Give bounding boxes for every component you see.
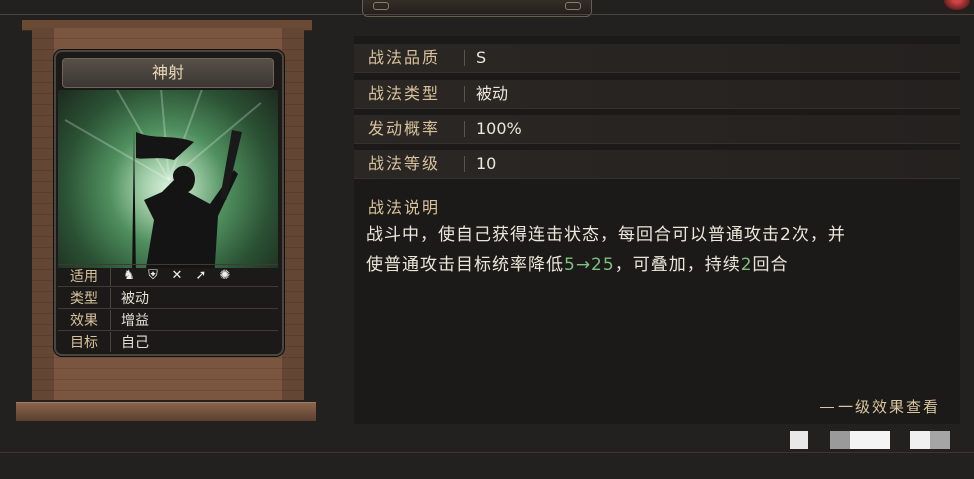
divider <box>0 452 974 453</box>
card-row-value: 自己 <box>121 334 149 351</box>
wheel-icon: ✺ <box>219 267 231 283</box>
attr-quality: 战法品质 S <box>354 44 960 73</box>
attr-key: 战法等级 <box>368 154 441 173</box>
highlight-value: 2 <box>740 255 753 275</box>
skill-card: 神射 适用 ♞ ⛨ ✕ ➚ ✺ 类型 被动 效果 增益 目标 自己 <box>54 50 284 356</box>
description-fragment: 回合 <box>752 255 789 275</box>
scroll-rod-bottom <box>16 402 316 421</box>
attr-key: 战法类型 <box>368 84 441 103</box>
description-fragment: 使普通攻击目标统率降低 <box>366 255 564 275</box>
card-row-type: 类型 被动 <box>58 286 278 308</box>
card-row-target: 目标 自己 <box>58 330 278 352</box>
divider <box>464 86 465 102</box>
card-attribute-table: 适用 ♞ ⛨ ✕ ➚ ✺ 类型 被动 效果 增益 目标 自己 <box>58 264 278 352</box>
divider <box>464 121 465 137</box>
attr-value: 10 <box>476 154 497 173</box>
attr-level: 战法等级 10 <box>354 150 960 179</box>
mosaic-block <box>850 431 890 449</box>
attr-type: 战法类型 被动 <box>354 80 960 109</box>
skill-card-name: 神射 <box>62 58 274 88</box>
card-row-effect: 效果 增益 <box>58 308 278 330</box>
divider <box>464 50 465 66</box>
divider <box>0 14 974 15</box>
attr-probability: 发动概率 100% <box>354 115 960 144</box>
card-row-label: 适用 <box>58 265 111 286</box>
description-line: 战斗中，使自己获得连击状态，每回合可以普通攻击2次，并 <box>366 225 846 245</box>
ornament-right <box>565 2 581 10</box>
skill-detail-panel: 战法品质 S 战法类型 被动 发动概率 100% 战法等级 10 战法说明 战斗… <box>354 36 960 424</box>
spear-icon: ➚ <box>195 267 207 283</box>
attr-key: 战法品质 <box>368 48 441 67</box>
applicable-icons: ♞ ⛨ ✕ ➚ ✺ <box>111 268 233 284</box>
card-row-applicable: 适用 ♞ ⛨ ✕ ➚ ✺ <box>58 264 278 286</box>
mosaic-block <box>790 431 808 449</box>
description-line: 使普通攻击目标统率降低5→25，可叠加，持续2回合 <box>366 250 956 280</box>
crossbow-icon: ✕ <box>171 267 183 283</box>
description-fragment: ，可叠加，持续 <box>614 255 741 275</box>
shield-icon: ⛨ <box>148 267 158 283</box>
description-title: 战法说明 <box>368 198 441 217</box>
mosaic-block <box>930 431 950 449</box>
highlight-value: 5→25 <box>564 255 615 275</box>
card-row-label: 类型 <box>58 287 111 308</box>
card-row-value: 被动 <box>121 290 149 307</box>
attr-value: 被动 <box>476 84 509 103</box>
attr-value: 100% <box>476 119 522 138</box>
mosaic-block <box>910 431 930 449</box>
divider <box>464 156 465 172</box>
view-level-effect-link[interactable]: 一级效果查看 <box>820 396 940 417</box>
card-row-label: 效果 <box>58 309 111 330</box>
card-row-value: 增益 <box>121 312 149 329</box>
mosaic-block <box>830 431 850 449</box>
attr-value: S <box>476 48 487 67</box>
description-text: 战斗中，使自己获得连击状态，每回合可以普通攻击2次，并 使普通攻击目标统率降低5… <box>366 220 956 280</box>
warrior-silhouette <box>132 130 242 268</box>
skill-artwork <box>58 90 278 268</box>
ornament-left <box>373 2 389 10</box>
card-row-label: 目标 <box>58 331 111 352</box>
cavalry-icon: ♞ <box>123 267 135 283</box>
attr-key: 发动概率 <box>368 119 441 138</box>
